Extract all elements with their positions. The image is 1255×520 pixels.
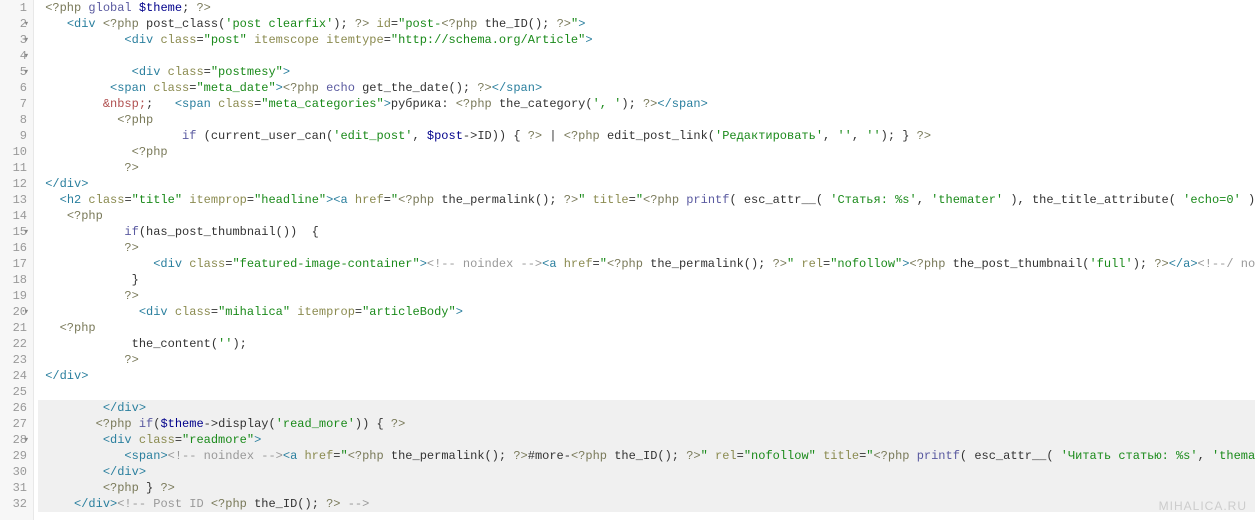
line-number[interactable]: 27 [4, 416, 27, 432]
code-line[interactable]: ?> [38, 288, 1255, 304]
code-line[interactable]: <?php global $theme; ?> [38, 0, 1255, 16]
code-area[interactable]: <?php global $theme; ?> <div <?php post_… [34, 0, 1255, 520]
line-number[interactable]: 7 [4, 96, 27, 112]
code-line[interactable]: <div class="featured-image-container"><!… [38, 256, 1255, 272]
code-line[interactable]: <?php [38, 144, 1255, 160]
fold-icon[interactable]: ▾ [24, 64, 29, 80]
line-number[interactable]: 31 [4, 480, 27, 496]
line-number[interactable]: 26 [4, 400, 27, 416]
code-line[interactable]: ?> [38, 352, 1255, 368]
code-line[interactable]: ?> [38, 160, 1255, 176]
fold-icon[interactable]: ▾ [24, 432, 29, 448]
line-number[interactable]: 19 [4, 288, 27, 304]
code-line[interactable]: <div class="readmore"> [38, 432, 1255, 448]
line-number[interactable]: 14 [4, 208, 27, 224]
line-number[interactable]: 28▾ [4, 432, 27, 448]
line-number[interactable]: 16 [4, 240, 27, 256]
code-line[interactable] [38, 48, 1255, 64]
line-number-gutter[interactable]: 1 2▾ 3▾ 4▾ 5▾ 6 7 8 9 10 11 12 13 14 15▾… [0, 0, 34, 520]
fold-icon[interactable]: ▾ [24, 304, 29, 320]
code-line[interactable]: the_content(''); [38, 336, 1255, 352]
code-line[interactable]: </div><!-- Post ID <?php the_ID(); ?> --… [38, 496, 1255, 512]
code-line[interactable]: <div class="mihalica" itemprop="articleB… [38, 304, 1255, 320]
code-line[interactable]: </div> [38, 368, 1255, 384]
line-number[interactable]: 30 [4, 464, 27, 480]
code-line[interactable] [38, 384, 1255, 400]
code-line[interactable]: } [38, 272, 1255, 288]
line-number[interactable]: 29 [4, 448, 27, 464]
line-number[interactable]: 11 [4, 160, 27, 176]
line-number[interactable]: 8 [4, 112, 27, 128]
line-number[interactable]: 1 [4, 0, 27, 16]
line-number[interactable]: 22 [4, 336, 27, 352]
line-number[interactable]: 15▾ [4, 224, 27, 240]
fold-icon[interactable]: ▾ [24, 16, 29, 32]
code-editor[interactable]: 1 2▾ 3▾ 4▾ 5▾ 6 7 8 9 10 11 12 13 14 15▾… [0, 0, 1255, 520]
code-line[interactable]: <?php [38, 112, 1255, 128]
fold-icon[interactable]: ▾ [24, 32, 29, 48]
line-number[interactable]: 20▾ [4, 304, 27, 320]
code-line[interactable]: <?php } ?> [38, 480, 1255, 496]
line-number[interactable]: 18 [4, 272, 27, 288]
code-line[interactable]: <?php [38, 208, 1255, 224]
code-line[interactable]: if (current_user_can('edit_post', $post-… [38, 128, 1255, 144]
code-line[interactable]: <span><!-- noindex --><a href="<?php the… [38, 448, 1255, 464]
line-number[interactable]: 24 [4, 368, 27, 384]
line-number[interactable]: 32 [4, 496, 27, 512]
code-line[interactable]: if(has_post_thumbnail()) { [38, 224, 1255, 240]
code-line[interactable]: <?php if($theme->display('read_more')) {… [38, 416, 1255, 432]
line-number[interactable]: 10 [4, 144, 27, 160]
line-number[interactable]: 21 [4, 320, 27, 336]
code-line[interactable]: <h2 class="title" itemprop="headline"><a… [38, 192, 1255, 208]
line-number[interactable]: 2▾ [4, 16, 27, 32]
code-line[interactable]: </div> [38, 176, 1255, 192]
fold-icon[interactable]: ▾ [24, 48, 29, 64]
code-line[interactable]: <div <?php post_class('post clearfix'); … [38, 16, 1255, 32]
fold-icon[interactable]: ▾ [24, 224, 29, 240]
line-number[interactable]: 6 [4, 80, 27, 96]
line-number[interactable]: 17 [4, 256, 27, 272]
line-number[interactable]: 9 [4, 128, 27, 144]
code-line[interactable]: &nbsp;; <span class="meta_categories">ру… [38, 96, 1255, 112]
line-number[interactable]: 5▾ [4, 64, 27, 80]
code-line[interactable]: </div> [38, 400, 1255, 416]
line-number[interactable]: 3▾ [4, 32, 27, 48]
line-number[interactable]: 13 [4, 192, 27, 208]
code-line[interactable]: </div> [38, 464, 1255, 480]
code-line[interactable]: <?php [38, 320, 1255, 336]
code-line[interactable]: <span class="meta_date"><?php echo get_t… [38, 80, 1255, 96]
code-line[interactable]: ?> [38, 240, 1255, 256]
line-number[interactable]: 12 [4, 176, 27, 192]
line-number[interactable]: 4▾ [4, 48, 27, 64]
line-number[interactable]: 23 [4, 352, 27, 368]
code-line[interactable]: <div class="post" itemscope itemtype="ht… [38, 32, 1255, 48]
code-line[interactable]: <div class="postmesy"> [38, 64, 1255, 80]
line-number[interactable]: 25 [4, 384, 27, 400]
